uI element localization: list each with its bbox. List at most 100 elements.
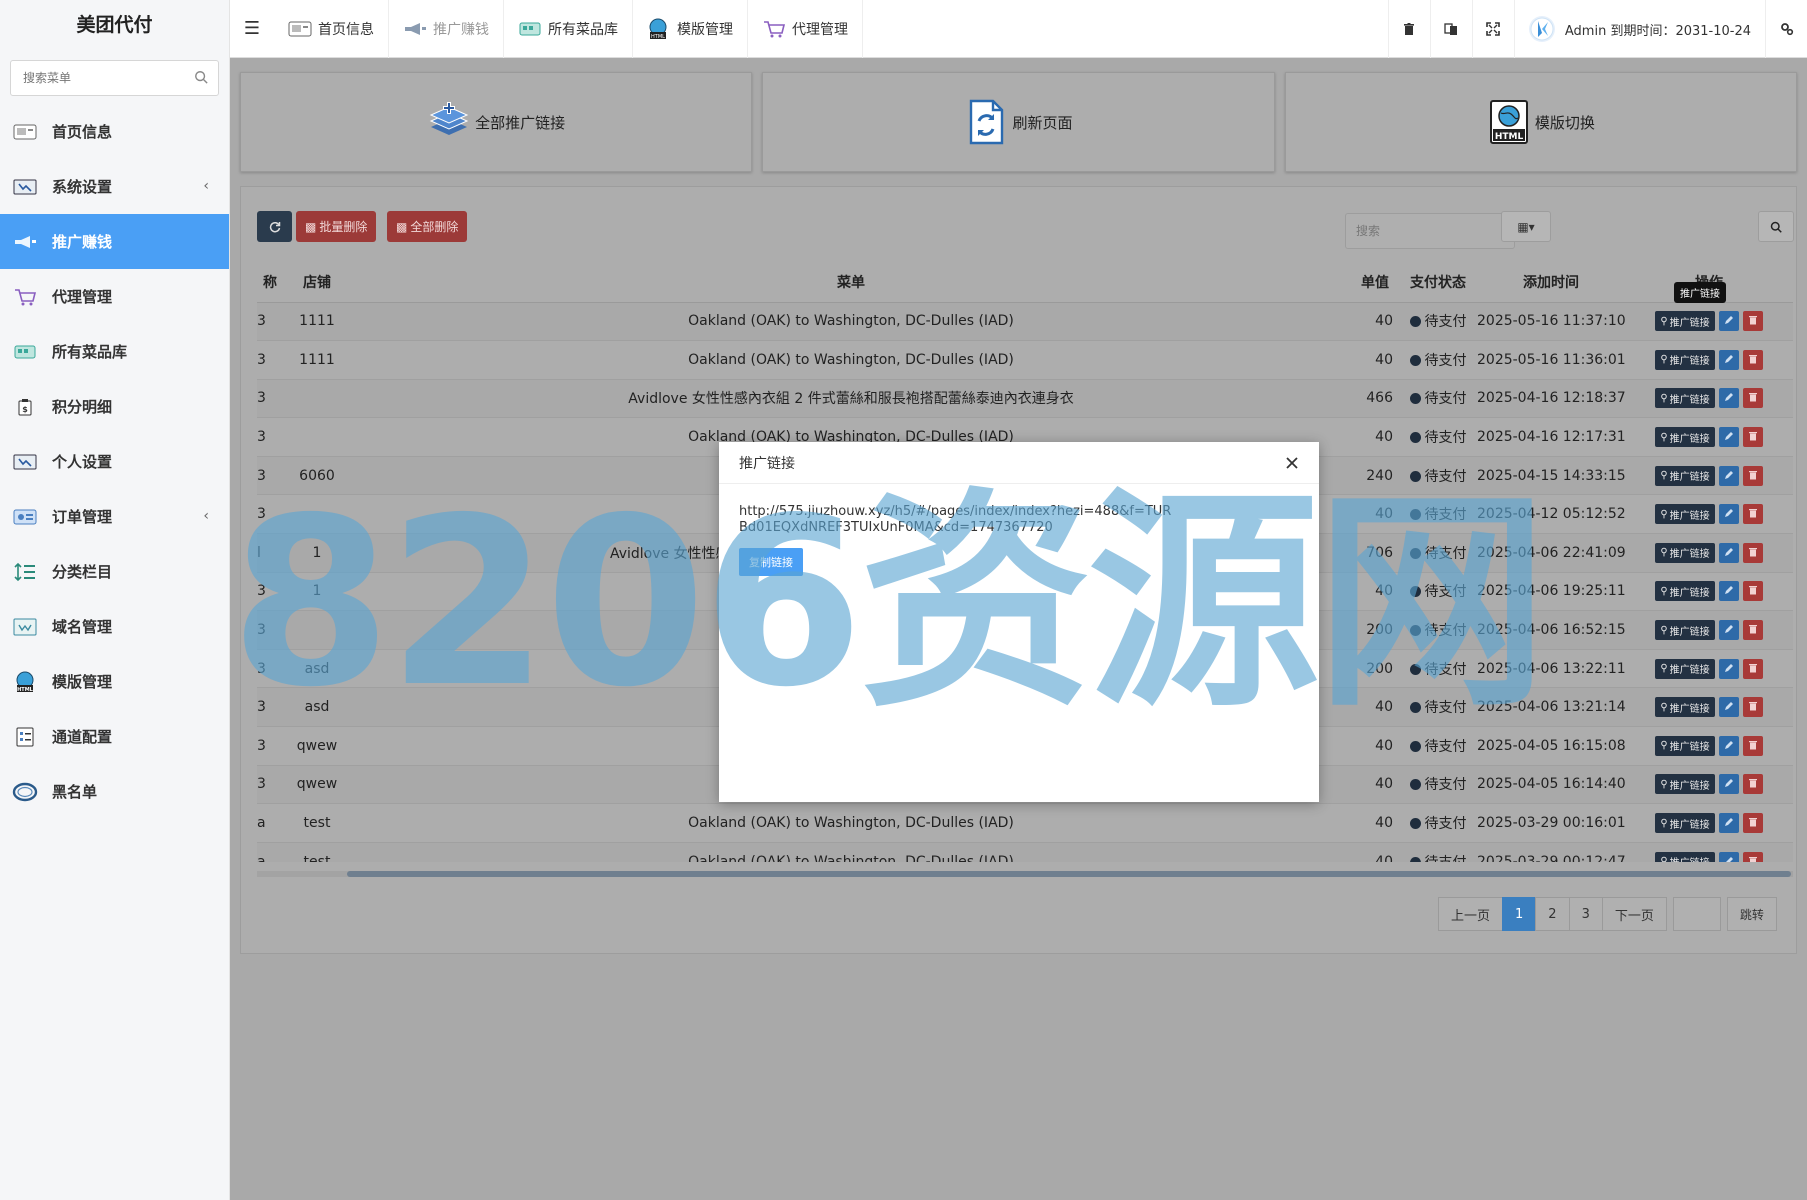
promo-link-button[interactable]: ⚲推广链接 — [1655, 851, 1715, 862]
shortcut-card[interactable]: 全部推广链接 — [240, 72, 753, 172]
jump-button[interactable]: 跳转 — [1726, 897, 1777, 931]
jump-page-input[interactable] — [1672, 897, 1721, 931]
clear-cache-icon[interactable] — [1387, 0, 1430, 58]
delete-button[interactable] — [1742, 349, 1763, 370]
sidebar-item[interactable]: 代理管理 — [0, 269, 229, 324]
column-header[interactable]: 单值 — [1351, 262, 1399, 303]
sidebar-item[interactable]: 分类栏目 — [0, 544, 229, 599]
delete-all-button[interactable]: ▩ 全部删除 — [387, 211, 468, 242]
page-number-button[interactable]: 1 — [1502, 897, 1537, 931]
search-icon[interactable] — [194, 70, 208, 84]
promo-link-button[interactable]: ⚲推广链接 — [1655, 427, 1715, 448]
table-row[interactable]: 3 Avidlove 女性性感內衣組 2 件式蕾絲和服長袍搭配蕾絲泰迪內衣連身衣 4… — [257, 379, 1793, 419]
sidebar-item[interactable]: 域名管理 — [0, 599, 229, 654]
promo-link-button[interactable]: ⚲推广链接 — [1655, 349, 1715, 370]
admin-info[interactable]: Admin 到期时间：2031-10-24 — [1513, 0, 1765, 58]
delete-button[interactable] — [1742, 311, 1763, 332]
column-header[interactable]: 添加时间 — [1477, 262, 1625, 303]
delete-button[interactable] — [1742, 851, 1763, 862]
shortcut-card[interactable]: HTML 模版切换 — [1284, 72, 1797, 172]
delete-button[interactable] — [1742, 620, 1763, 641]
column-header[interactable]: 支付状态 — [1399, 262, 1477, 303]
edit-button[interactable] — [1718, 465, 1739, 486]
delete-button[interactable] — [1742, 504, 1763, 525]
edit-button[interactable] — [1718, 620, 1739, 641]
menu-search-input[interactable] — [11, 61, 218, 95]
edit-button[interactable] — [1718, 813, 1739, 834]
column-header[interactable]: 称 — [257, 262, 283, 303]
promo-link-button[interactable]: ⚲推广链接 — [1655, 388, 1715, 409]
edit-button[interactable] — [1718, 349, 1739, 370]
menu-toggle-icon[interactable]: ☰ — [230, 0, 274, 58]
delete-button[interactable] — [1742, 542, 1763, 563]
table-row[interactable]: 3 1111 Oakland (OAK) to Washington, DC-Dul… — [257, 340, 1793, 380]
batch-delete-button[interactable]: ▩ 批量删除 — [296, 211, 377, 242]
delete-button[interactable] — [1742, 581, 1763, 602]
page-number-button[interactable]: 3 — [1568, 897, 1603, 931]
next-page-button[interactable]: 下一页 — [1601, 897, 1667, 931]
copy-link-button[interactable]: 复制链接 — [739, 548, 803, 576]
edit-button[interactable] — [1718, 851, 1739, 862]
page-number-button[interactable]: 2 — [1535, 897, 1570, 931]
promo-link-button[interactable]: ⚲推广链接 — [1655, 465, 1715, 486]
table-row[interactable]: a test Oakland (OAK) to Washington, DC-Dul… — [257, 803, 1793, 843]
delete-button[interactable] — [1742, 697, 1763, 718]
sidebar-item[interactable]: $ 积分明细 — [0, 379, 229, 434]
promo-link-button[interactable]: ⚲推广链接 — [1655, 697, 1715, 718]
horizontal-scrollbar[interactable] — [257, 871, 1793, 877]
promo-link-button[interactable]: ⚲推广链接 — [1655, 658, 1715, 679]
table-row[interactable]: 3 1111 Oakland (OAK) to Washington, DC-Dul… — [257, 302, 1793, 342]
refresh-button[interactable] — [257, 211, 292, 242]
theme-settings-icon[interactable] — [1765, 0, 1807, 58]
sidebar-item[interactable]: 所有菜品库 — [0, 324, 229, 379]
delete-button[interactable] — [1742, 813, 1763, 834]
top-tab[interactable]: 所有菜品库 — [504, 0, 633, 58]
delete-button[interactable] — [1742, 465, 1763, 486]
edit-button[interactable] — [1718, 658, 1739, 679]
edit-button[interactable] — [1718, 388, 1739, 409]
delete-button[interactable] — [1742, 774, 1763, 795]
column-header[interactable]: 菜单 — [351, 262, 1351, 303]
delete-button[interactable] — [1742, 735, 1763, 756]
sidebar-item[interactable]: 推广赚钱 — [0, 214, 229, 269]
promo-link-button[interactable]: ⚲推广链接 — [1655, 774, 1715, 795]
promo-link-button[interactable]: ⚲推广链接 — [1655, 542, 1715, 563]
edit-button[interactable] — [1718, 581, 1739, 602]
top-tab[interactable]: 首页信息 — [274, 0, 389, 58]
menu-search-box[interactable] — [10, 60, 219, 96]
edit-button[interactable] — [1718, 735, 1739, 756]
scrollbar-thumb[interactable] — [347, 871, 1791, 877]
fullscreen-icon[interactable] — [1471, 0, 1514, 58]
prev-page-button[interactable]: 上一页 — [1438, 897, 1504, 931]
promo-url-text[interactable]: http://575.jiuzhouw.xyz/h5/#/pages/index… — [739, 504, 1179, 536]
edit-button[interactable] — [1718, 311, 1739, 332]
shortcut-card[interactable]: 刷新页面 — [762, 72, 1275, 172]
table-search-input[interactable]: 搜索 — [1345, 213, 1515, 249]
sidebar-item[interactable]: 订单管理 ‹ — [0, 489, 229, 544]
edit-button[interactable] — [1718, 774, 1739, 795]
promo-link-button[interactable]: ⚲推广链接 — [1655, 581, 1715, 602]
top-tab[interactable]: 代理管理 — [748, 0, 863, 58]
sidebar-item[interactable]: 系统设置 ‹ — [0, 159, 229, 214]
sidebar-item[interactable]: HTML 模版管理 — [0, 654, 229, 709]
top-tab[interactable]: 推广赚钱 — [389, 0, 504, 58]
columns-toggle-button[interactable]: ▦▾ — [1501, 211, 1551, 242]
promo-link-button[interactable]: ⚲推广链接 — [1655, 735, 1715, 756]
edit-button[interactable] — [1718, 542, 1739, 563]
sidebar-item[interactable]: 黑名单 — [0, 764, 229, 819]
delete-button[interactable] — [1742, 388, 1763, 409]
table-search-button[interactable] — [1758, 211, 1794, 242]
promo-link-button[interactable]: ⚲推广链接 — [1655, 620, 1715, 641]
language-icon[interactable] — [1429, 0, 1472, 58]
column-header[interactable]: 店铺 — [283, 262, 351, 303]
delete-button[interactable] — [1742, 658, 1763, 679]
edit-button[interactable] — [1718, 697, 1739, 718]
edit-button[interactable] — [1718, 504, 1739, 525]
edit-button[interactable] — [1718, 427, 1739, 448]
sidebar-item[interactable]: 通道配置 — [0, 709, 229, 764]
sidebar-item[interactable]: 个人设置 — [0, 434, 229, 489]
promo-link-button[interactable]: ⚲推广链接 — [1655, 813, 1715, 834]
top-tab[interactable]: HTML 模版管理 — [633, 0, 748, 58]
promo-link-button[interactable]: ⚲推广链接 — [1655, 504, 1715, 525]
sidebar-item[interactable]: 首页信息 — [0, 104, 229, 159]
